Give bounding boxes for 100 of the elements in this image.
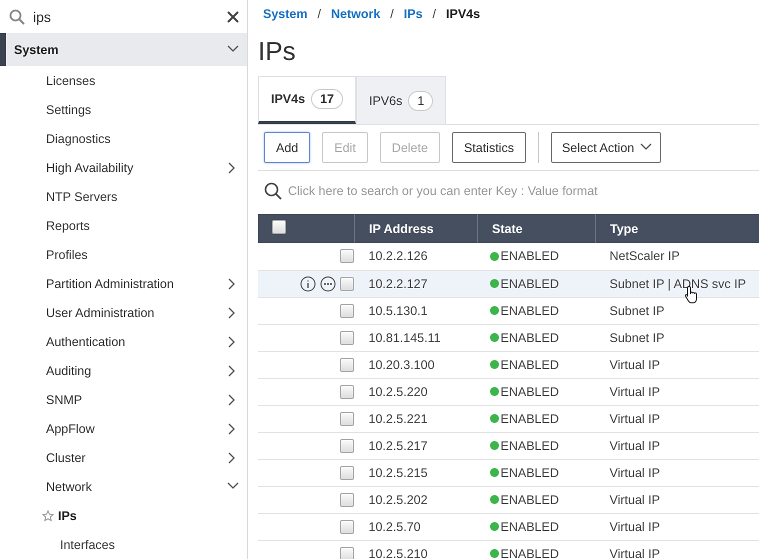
table-row[interactable]: 10.2.5.202 ENABLED Virtual IP — [258, 486, 759, 513]
sidebar-item[interactable]: Auditing — [0, 356, 247, 385]
checkbox[interactable] — [340, 546, 354, 559]
breadcrumb-link[interactable]: System — [263, 7, 308, 21]
table-cell: 10.2.5.70 — [354, 513, 478, 540]
status-dot-icon — [490, 468, 498, 477]
sidebar-item[interactable]: Reports — [0, 211, 247, 240]
table-cell: 10.2.5.217 — [354, 432, 478, 459]
sidebar-item[interactable]: High Availability — [0, 153, 247, 182]
sidebar-item[interactable]: Network — [0, 472, 247, 501]
more-icon — [320, 276, 336, 292]
status-dot-icon — [490, 252, 498, 261]
count-badge: 1 — [408, 90, 434, 110]
status-dot-icon — [490, 279, 498, 288]
table-cell: 10.2.5.221 — [354, 405, 478, 432]
status-dot-icon — [490, 387, 498, 396]
sidebar-item[interactable]: NTP Servers — [0, 182, 247, 211]
sidebar-item[interactable]: IPs — [0, 501, 247, 530]
breadcrumb-current: IPV4s — [446, 7, 480, 21]
table-cell: Subnet IP | ADNS svc IP — [610, 276, 746, 290]
tab[interactable]: IPV6s 1 — [356, 76, 446, 124]
column-header: IP Address — [354, 214, 478, 243]
toolbar-button[interactable]: Statistics — [452, 132, 526, 163]
checkbox[interactable] — [340, 466, 354, 480]
table-cell: ENABLED — [500, 520, 559, 534]
table-cell: Subnet IP — [610, 304, 664, 318]
table-cell: ENABLED — [500, 249, 559, 264]
table-row[interactable]: 10.81.145.11 ENABLED Subnet IP — [258, 324, 759, 351]
breadcrumb-link[interactable]: Network — [330, 7, 380, 21]
checkbox[interactable] — [340, 438, 354, 452]
table-row[interactable]: 10.2.5.215 ENABLED Virtual IP — [258, 459, 759, 486]
tab-label: IPV4s — [271, 92, 306, 106]
table-row[interactable]: 10.5.130.1 ENABLED Subnet IP — [258, 297, 759, 324]
checkbox[interactable] — [340, 249, 354, 264]
table-row[interactable]: 10.2.5.70 ENABLED Virtual IP — [258, 513, 759, 540]
checkbox[interactable] — [340, 492, 354, 506]
table-row[interactable]: 10.2.5.210 ENABLED Virtual IP — [258, 540, 759, 559]
status-dot-icon — [490, 495, 498, 504]
sidebar-item[interactable]: Authentication — [0, 327, 247, 356]
checkbox[interactable] — [340, 384, 354, 398]
table-cell: 10.81.145.11 — [354, 324, 478, 351]
table-cell: 10.2.5.202 — [354, 486, 478, 513]
tab-label: IPV6s — [368, 94, 402, 108]
table-cell: ENABLED — [500, 546, 559, 559]
checkbox[interactable] — [340, 412, 354, 426]
checkbox[interactable] — [340, 304, 354, 318]
table-cell: ENABLED — [500, 358, 559, 372]
count-badge: 17 — [311, 89, 343, 109]
table-cell: ENABLED — [500, 438, 559, 452]
checkbox[interactable] — [340, 520, 354, 534]
table-cell: Virtual IP — [610, 520, 660, 534]
sidebar-item[interactable]: Partition Administration — [0, 269, 247, 298]
table-cell: Virtual IP — [610, 412, 660, 426]
table-row[interactable]: 10.2.5.220 ENABLED Virtual IP — [258, 378, 759, 405]
action-dropdown[interactable]: Select Action — [550, 132, 662, 163]
table-row[interactable]: 10.2.2.126 ENABLED NetScaler IP — [258, 243, 759, 270]
table-cell: ENABLED — [500, 384, 559, 398]
table-cell: ENABLED — [500, 466, 559, 480]
sidebar-item[interactable]: Licenses — [0, 66, 247, 95]
sidebar-item[interactable]: Interfaces — [0, 530, 247, 559]
sidebar-item[interactable]: Settings — [0, 95, 247, 124]
sidebar-item[interactable]: User Administration — [0, 298, 247, 327]
star-icon — [42, 510, 54, 522]
table-cell: ENABLED — [500, 304, 559, 318]
info-icon — [300, 276, 316, 292]
table-cell: Virtual IP — [610, 358, 660, 372]
sidebar-item[interactable]: AppFlow — [0, 414, 247, 443]
table-cell: Virtual IP — [610, 438, 660, 452]
breadcrumb-link[interactable]: IPs — [404, 7, 423, 21]
status-dot-icon — [490, 333, 498, 342]
checkbox[interactable] — [340, 330, 354, 344]
breadcrumb-separator: / — [390, 7, 394, 21]
sidebar-item[interactable]: Profiles — [0, 240, 247, 269]
table-cell: 10.5.130.1 — [354, 297, 478, 324]
sidebar-item[interactable]: SNMP — [0, 385, 247, 414]
table-cell: 10.20.3.100 — [354, 351, 478, 378]
status-dot-icon — [490, 522, 498, 531]
table-cell: 10.2.2.126 — [354, 243, 478, 270]
sidebar-item[interactable]: System — [0, 33, 247, 66]
page-title: IPs — [258, 36, 297, 67]
status-dot-icon — [490, 441, 498, 450]
checkbox[interactable] — [340, 358, 354, 372]
table-cell: Virtual IP — [610, 466, 660, 480]
sidebar-item[interactable]: Cluster — [0, 443, 247, 472]
checkbox[interactable] — [272, 220, 286, 234]
table-row[interactable]: 10.2.5.217 ENABLED Virtual IP — [258, 432, 759, 459]
status-dot-icon — [490, 549, 498, 558]
sidebar-item[interactable]: Diagnostics — [0, 124, 247, 153]
table-row[interactable]: 10.20.3.100 ENABLED Virtual IP — [258, 351, 759, 378]
table-cell: Virtual IP — [610, 492, 660, 506]
checkbox[interactable] — [340, 276, 354, 290]
table-cell: 10.2.5.220 — [354, 378, 478, 405]
table-cell: Virtual IP — [610, 384, 660, 398]
status-dot-icon — [490, 414, 498, 423]
tab[interactable]: IPV4s 17 — [258, 76, 356, 124]
search-icon — [264, 182, 282, 200]
column-header: State — [478, 214, 596, 243]
breadcrumb-separator: / — [432, 7, 436, 21]
table-row[interactable]: 10.2.5.221 ENABLED Virtual IP — [258, 405, 759, 432]
toolbar-button[interactable]: Add — [264, 132, 310, 163]
